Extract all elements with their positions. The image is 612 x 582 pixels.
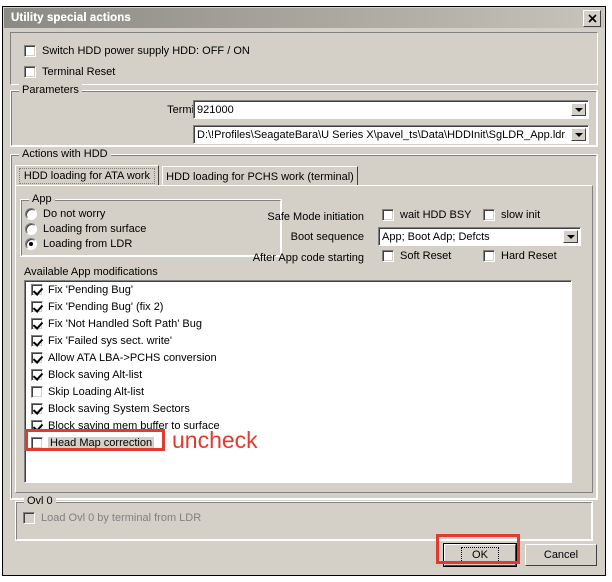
boot-sequence-combo[interactable]: App; Boot Adp; Defcts	[378, 227, 581, 246]
checkbox-box[interactable]	[31, 420, 43, 432]
checkbox-label: Soft Reset	[400, 250, 451, 262]
checkbox-label: slow init	[501, 209, 540, 221]
ovl-group-label: Ovl 0	[24, 495, 56, 507]
list-item[interactable]: Allow ATA LBA->PCHS conversion	[25, 349, 571, 366]
safe-mode-label: Safe Mode initiation	[164, 211, 364, 223]
soft-reset-checkbox[interactable]: Soft Reset	[382, 250, 451, 262]
list-item-label: Fix 'Pending Bug' (fix 2)	[48, 301, 163, 313]
checkbox-box[interactable]	[31, 335, 43, 347]
checkbox-box[interactable]	[31, 352, 43, 364]
checkbox-box[interactable]	[31, 318, 43, 330]
radio-label: Loading from LDR	[43, 238, 132, 250]
list-item-label: Fix 'Failed sys sect. write'	[48, 335, 172, 347]
switch-hdd-power-checkbox[interactable]: Switch HDD power supply HDD: OFF / ON	[24, 45, 250, 57]
checkbox-box	[382, 250, 394, 262]
checkbox-box[interactable]	[31, 403, 43, 415]
terminal-speed-combo[interactable]: 921000	[193, 100, 589, 119]
available-modifications-label: Available App modifications	[24, 266, 158, 278]
list-item[interactable]: Fix 'Pending Bug' (fix 2)	[25, 298, 571, 315]
list-item[interactable]: Fix 'Not Handled Soft Path' Bug	[25, 315, 571, 332]
parameters-group-label: Parameters	[19, 84, 82, 96]
wait-hdd-bsy-checkbox[interactable]: wait HDD BSY	[382, 209, 472, 221]
boot-sequence-value: App; Boot Adp; Defcts	[379, 231, 490, 243]
tab-label: HDD loading for PCHS work (terminal)	[166, 171, 354, 183]
list-item-label: Block saving Alt-list	[48, 369, 142, 381]
list-item-label: Head Map correction	[48, 437, 154, 449]
radio-loading-from-surface[interactable]: Loading from surface	[25, 223, 146, 235]
cancel-button-label: Cancel	[544, 549, 578, 561]
checkbox-label: Load Ovl 0 by terminal from LDR	[41, 512, 201, 524]
tab-label: HDD loading for ATA work	[19, 168, 155, 184]
checkbox-box	[23, 512, 35, 524]
hard-reset-checkbox[interactable]: Hard Reset	[483, 250, 557, 262]
list-item-label: Skip Loading Alt-list	[48, 386, 144, 398]
window-title: Utility special actions	[11, 12, 131, 24]
tab-hdd-loading-pchs[interactable]: HDD loading for PCHS work (terminal)	[162, 166, 358, 186]
checkbox-box	[24, 66, 36, 78]
checkbox-label: Terminal Reset	[42, 66, 115, 78]
list-item[interactable]: Block saving System Sectors	[25, 400, 571, 417]
cancel-button[interactable]: Cancel	[525, 544, 597, 566]
app-group-label: App	[29, 193, 55, 205]
ldr-file-combo[interactable]: D:\!Profiles\SeagateBara\U Series X\pave…	[193, 125, 589, 144]
list-item-label: Fix 'Pending Bug'	[48, 284, 133, 296]
checkbox-box	[24, 45, 36, 57]
checkbox-box	[382, 209, 394, 221]
checkbox-box[interactable]	[31, 386, 43, 398]
checkbox-box[interactable]	[31, 437, 43, 449]
radio-label: Loading from surface	[43, 223, 146, 235]
after-app-label: After App code starting	[164, 252, 364, 264]
terminal-reset-checkbox[interactable]: Terminal Reset	[24, 66, 115, 78]
terminal-speed-value: 921000	[194, 104, 234, 116]
boot-sequence-label: Boot sequence	[164, 231, 364, 243]
chevron-down-icon[interactable]	[563, 230, 578, 243]
list-item[interactable]: Head Map correction	[25, 434, 571, 451]
list-rows-container: Fix 'Pending Bug' Fix 'Pending Bug' (fix …	[25, 281, 571, 451]
load-ovl-checkbox[interactable]: Load Ovl 0 by terminal from LDR	[23, 512, 201, 524]
radio-circle	[25, 208, 37, 220]
ok-button[interactable]: OK	[444, 544, 516, 566]
list-item-label: Allow ATA LBA->PCHS conversion	[48, 352, 217, 364]
dialog-client-area: Switch HDD power supply HDD: OFF / ON Te…	[4, 28, 604, 574]
slow-init-checkbox[interactable]: slow init	[483, 209, 540, 221]
close-x-glyph	[588, 14, 597, 23]
title-bar: Utility special actions	[4, 8, 604, 28]
chevron-down-icon[interactable]	[571, 103, 586, 116]
radio-label: Do not worry	[43, 208, 105, 220]
list-item[interactable]: Block saving Alt-list	[25, 366, 571, 383]
tab-hdd-loading-ata[interactable]: HDD loading for ATA work	[15, 165, 159, 186]
checkbox-box	[483, 250, 495, 262]
checkbox-label: Hard Reset	[501, 250, 557, 262]
radio-circle	[25, 238, 37, 250]
radio-loading-from-ldr[interactable]: Loading from LDR	[25, 238, 132, 250]
chevron-down-icon[interactable]	[571, 128, 586, 141]
list-item[interactable]: Skip Loading Alt-list	[25, 383, 571, 400]
list-item[interactable]: Block saving mem buffer to surface	[25, 417, 571, 434]
list-item-label: Block saving System Sectors	[48, 403, 190, 415]
checkbox-box[interactable]	[31, 301, 43, 313]
list-item[interactable]: Fix 'Failed sys sect. write'	[25, 332, 571, 349]
radio-circle	[25, 223, 37, 235]
checkbox-box[interactable]	[31, 284, 43, 296]
radio-do-not-worry[interactable]: Do not worry	[25, 208, 105, 220]
app-modifications-list[interactable]: Fix 'Pending Bug' Fix 'Pending Bug' (fix …	[24, 280, 572, 483]
checkbox-label: wait HDD BSY	[400, 209, 472, 221]
ok-button-label: OK	[461, 547, 499, 563]
checkbox-box[interactable]	[31, 369, 43, 381]
dialog-window: Utility special actions Switch HDD power…	[2, 6, 606, 576]
close-icon[interactable]	[583, 10, 601, 27]
annotation-uncheck-text: uncheck	[172, 427, 258, 454]
ldr-file-value: D:\!Profiles\SeagateBara\U Series X\pave…	[194, 129, 565, 141]
actions-group-label: Actions with HDD	[19, 148, 111, 160]
checkbox-label: Switch HDD power supply HDD: OFF / ON	[42, 45, 250, 57]
list-item-label: Fix 'Not Handled Soft Path' Bug	[48, 318, 202, 330]
list-item[interactable]: Fix 'Pending Bug'	[25, 281, 571, 298]
checkbox-box	[483, 209, 495, 221]
